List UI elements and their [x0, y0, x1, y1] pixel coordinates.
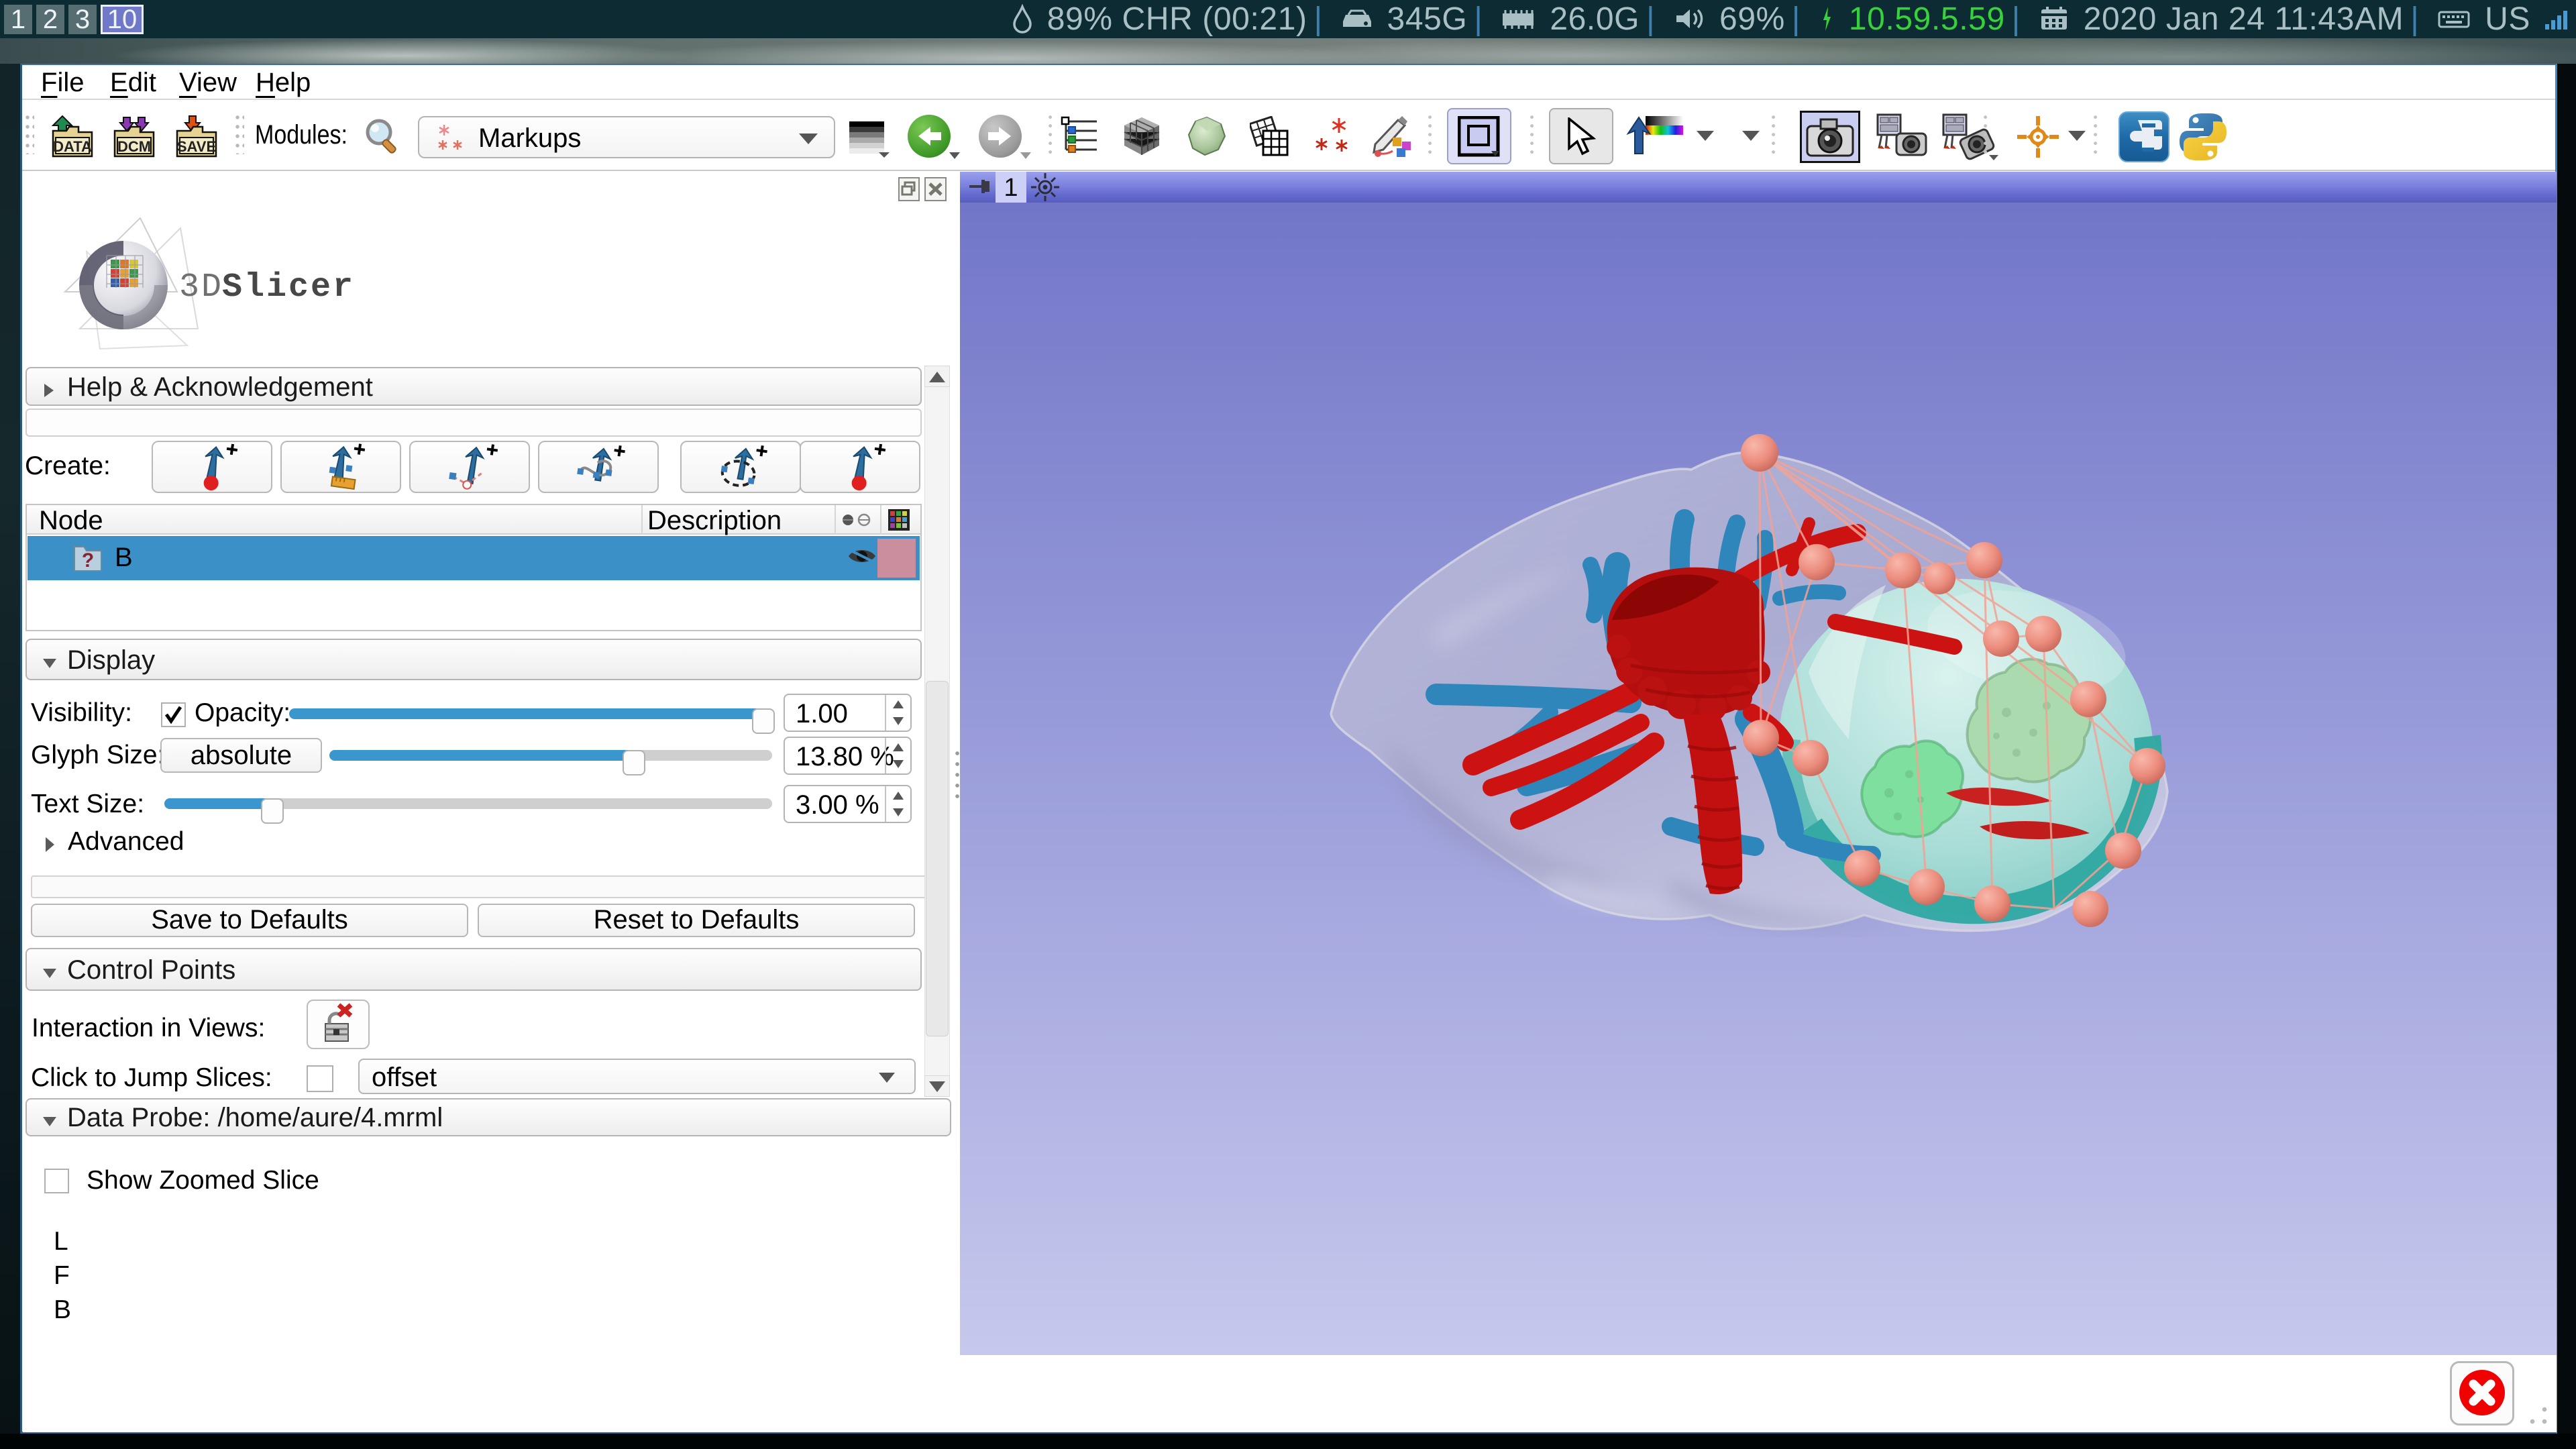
svg-text:3D: 3D — [179, 268, 223, 307]
svg-text:?: ? — [82, 549, 94, 572]
svg-text:Slicer: Slicer — [222, 268, 355, 307]
svg-text:DATA: DATA — [53, 138, 92, 155]
svg-text:SAVE: SAVE — [177, 138, 216, 155]
svg-text:1: 1 — [1004, 174, 1018, 202]
svg-text:DCM: DCM — [117, 138, 151, 155]
